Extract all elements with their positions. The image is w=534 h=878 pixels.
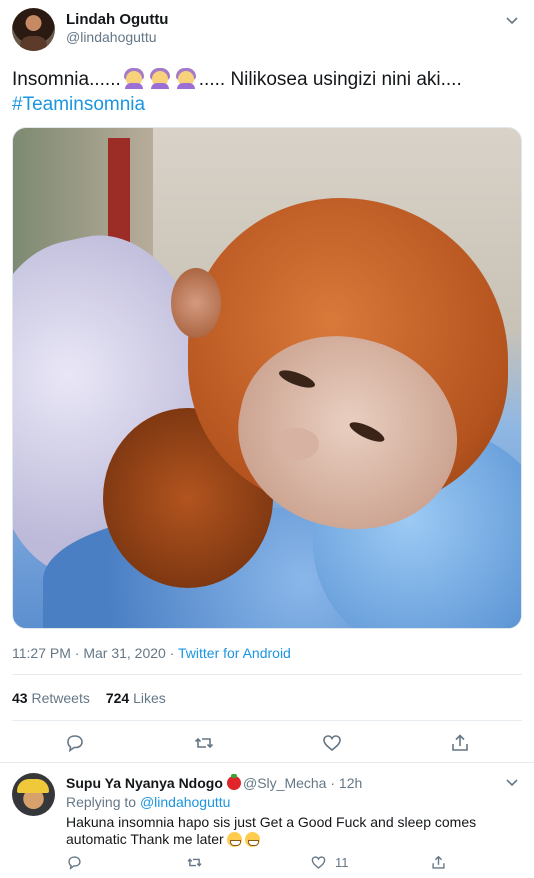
person-gesturing-no-emoji	[149, 67, 171, 89]
tweet-text-suffix: ..... Nilikosea usingizi nini aki....	[198, 69, 462, 90]
person-gesturing-no-emoji	[175, 67, 197, 89]
retweet-icon[interactable]	[186, 854, 203, 871]
reply-actions: 11	[0, 852, 534, 874]
tweet-meta: 11:27 PM · Mar 31, 2020 · Twitter for An…	[12, 645, 291, 661]
tweet-source-link[interactable]: Twitter for Android	[178, 645, 291, 661]
like-count[interactable]: 724	[106, 690, 129, 706]
reply-icon[interactable]	[64, 732, 86, 754]
tweet-actions	[0, 728, 534, 758]
heart-icon[interactable]	[321, 732, 343, 754]
chevron-down-icon[interactable]	[504, 12, 520, 28]
person-gesturing-no-emoji	[123, 67, 145, 89]
reply-author-name[interactable]: Supu Ya Nyanya Ndogo	[66, 774, 241, 791]
reply-text: Hakuna insomnia hapo sis just Get a Good…	[66, 814, 477, 847]
tweet-timestamp[interactable]: 11:27 PM · Mar 31, 2020 ·	[12, 645, 178, 661]
divider	[0, 762, 534, 763]
tweet-stats: 43 Retweets 724 Likes	[12, 690, 166, 706]
hashtag-link[interactable]: #Teaminsomnia	[12, 94, 145, 115]
reply-icon[interactable]	[66, 854, 83, 871]
divider	[12, 720, 522, 721]
author-handle[interactable]: @lindahoguttu	[66, 29, 157, 45]
author-avatar[interactable]	[12, 8, 55, 51]
reply-author-handle[interactable]: @Sly_Mecha · 12h	[243, 775, 362, 791]
author-name[interactable]: Lindah Oguttu	[66, 11, 168, 28]
share-icon[interactable]	[430, 854, 447, 871]
reply-tweet[interactable]: Supu Ya Nyanya Ndogo @Sly_Mecha · 12h Re…	[0, 770, 534, 878]
tweet-text: Insomnia...... ..... Nilikosea usingizi n…	[12, 67, 522, 117]
divider	[12, 674, 522, 675]
replying-to-link[interactable]: @lindahoguttu	[140, 794, 231, 810]
retweet-icon[interactable]	[193, 732, 215, 754]
replying-to: Replying to @lindahoguttu	[66, 794, 231, 810]
share-icon[interactable]	[449, 732, 471, 754]
heart-icon[interactable]	[310, 854, 327, 871]
grinning-emoji	[226, 832, 242, 847]
reply-avatar[interactable]	[12, 773, 55, 816]
reply-like-count: 11	[335, 855, 349, 870]
grinning-emoji	[244, 832, 260, 847]
tweet-text-prefix: Insomnia......	[12, 69, 121, 90]
retweets-label[interactable]: Retweets	[31, 690, 89, 706]
likes-label[interactable]: Likes	[133, 690, 166, 706]
tomato-emoji	[226, 774, 241, 790]
retweet-count[interactable]: 43	[12, 690, 28, 706]
tweet-photo[interactable]	[12, 127, 522, 629]
chevron-down-icon[interactable]	[504, 774, 520, 790]
